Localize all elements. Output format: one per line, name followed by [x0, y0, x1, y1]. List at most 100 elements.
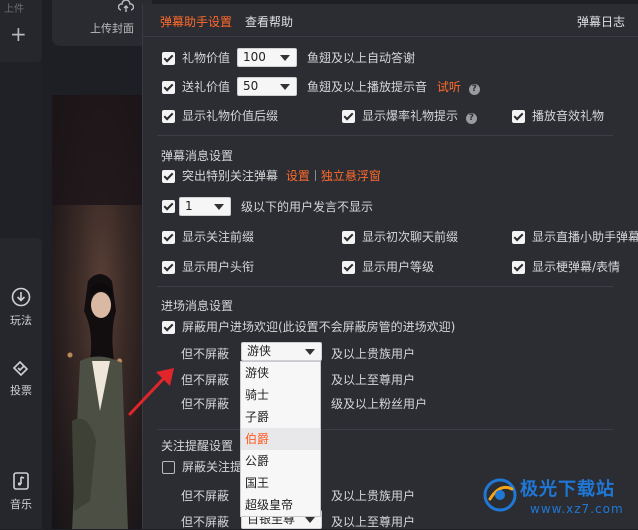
dropdown-option-qishi[interactable]: 骑士: [241, 384, 320, 406]
show-burst-gift-label: 显示爆率礼物提示 ?: [362, 109, 477, 124]
chevron-down-icon: [305, 349, 315, 355]
level-filter-checkbox[interactable]: [162, 200, 175, 213]
chevron-down-icon: [280, 84, 290, 90]
sidebar-top-label: 上件: [4, 4, 24, 15]
sidebar-tool-label: 音乐: [10, 498, 32, 511]
help-icon[interactable]: ?: [465, 113, 477, 124]
block-welcome-checkbox[interactable]: [162, 321, 175, 334]
noble-level-select-value: 游侠: [247, 344, 272, 358]
sidebar-tool-label: 投票: [10, 384, 32, 397]
gift-value-suffix: 鱼翅及以上自动答谢: [307, 51, 416, 65]
level-filter-suffix: 级以下的用户发言不显示: [241, 200, 374, 214]
show-user-level-label: 显示用户等级: [362, 260, 435, 274]
show-gift-suffix-checkbox[interactable]: [162, 110, 175, 123]
tab-danmu-settings[interactable]: 弹幕助手设置: [160, 13, 232, 30]
link-separator: [314, 170, 316, 181]
dropdown-option-youxia[interactable]: 游侠: [241, 362, 320, 384]
show-user-title-label: 显示用户头衔: [182, 260, 255, 274]
send-gift-checkbox[interactable]: [162, 81, 175, 94]
show-burst-gift-checkbox[interactable]: [342, 110, 355, 123]
live-preview-image: [52, 95, 142, 529]
section-divider: [157, 429, 613, 430]
play-sound-gift-label: 播放音效礼物: [532, 109, 605, 123]
danmu-section-title: 弹幕消息设置: [161, 149, 234, 163]
sidebar-tool-vote[interactable]: 投票: [0, 356, 42, 398]
level-filter-select-value: 1: [185, 199, 193, 213]
send-gift-select-value: 50: [243, 79, 259, 93]
gift-value-select[interactable]: 100: [237, 48, 297, 67]
noble-level-dropdown: 游侠 骑士 子爵 伯爵 公爵 国王 超级皇帝: [240, 361, 321, 517]
show-meme-danmu-checkbox[interactable]: [512, 261, 525, 274]
dropdown-option-bojue[interactable]: 伯爵: [241, 428, 320, 450]
show-assistant-danmu-checkbox[interactable]: [512, 231, 525, 244]
upload-cloud-icon: [118, 0, 134, 12]
send-gift-suffix-text: 鱼翅及以上播放提示音: [307, 80, 428, 94]
gift-value-label: 礼物价值: [182, 51, 231, 65]
music-icon: [13, 472, 29, 490]
tab-view-help[interactable]: 查看帮助: [245, 13, 293, 30]
show-user-level-checkbox[interactable]: [342, 261, 355, 274]
section-divider: [157, 135, 613, 136]
watermark-url: www.xz7.com: [530, 502, 624, 516]
chevron-down-icon: [280, 55, 290, 61]
send-gift-suffix: 鱼翅及以上播放提示音 试听 ?: [307, 80, 480, 95]
help-icon[interactable]: ?: [468, 84, 480, 95]
fan-exempt-suffix: 级及以上粉丝用户: [331, 397, 428, 411]
sidebar-tool-label: 玩法: [10, 314, 32, 327]
section-divider: [157, 286, 613, 287]
danmu-log-button[interactable]: 弹幕日志: [577, 13, 625, 30]
send-gift-label: 送礼价值: [182, 80, 231, 94]
panel-header: 弹幕助手设置 查看帮助 弹幕日志: [143, 4, 638, 37]
block-follow-label: 屏蔽关注提: [182, 460, 243, 474]
watermark-title: 极光下载站: [520, 479, 615, 500]
send-gift-select[interactable]: 50: [237, 77, 297, 96]
follow-section-title: 关注提醒设置: [161, 439, 234, 453]
play-sound-gift-checkbox[interactable]: [512, 110, 525, 123]
watermark-logo-icon: [483, 478, 517, 512]
follow-supreme-prefix: 但不屏蔽: [181, 515, 230, 529]
upload-cover-card[interactable]: 上传封面: [52, 0, 152, 46]
download-circle-icon: [11, 287, 31, 307]
follow-noble-suffix: 及以上贵族用户: [331, 489, 416, 503]
dropdown-option-guowang[interactable]: 国王: [241, 472, 320, 494]
sidebar-tool-play[interactable]: 玩法: [0, 286, 42, 328]
try-listen-link[interactable]: 试听: [437, 80, 461, 94]
dropdown-option-zijue[interactable]: 子爵: [241, 406, 320, 428]
show-user-title-checkbox[interactable]: [162, 261, 175, 274]
gift-value-checkbox[interactable]: [162, 52, 175, 65]
follow-supreme-suffix: 及以上至尊用户: [331, 515, 416, 529]
block-follow-checkbox[interactable]: [162, 461, 175, 474]
danmu-assistant-settings-panel: 弹幕助手设置 查看帮助 弹幕日志 礼物价值 100 鱼翅及以上自动答谢 送礼价值…: [142, 4, 638, 529]
vote-icon: [12, 360, 29, 377]
noble-level-select[interactable]: 游侠: [241, 342, 322, 361]
enter-section-title: 进场消息设置: [161, 299, 234, 313]
highlight-follow-text: 突出特别关注弹幕: [182, 169, 279, 183]
show-first-chat-checkbox[interactable]: [342, 231, 355, 244]
app-sidebar: 上件 + 玩法 投票 音乐: [0, 0, 42, 529]
dropdown-option-chaojihuangdi[interactable]: 超级皇帝: [241, 494, 320, 516]
annotation-arrow-icon: [128, 368, 174, 416]
noble-exempt-suffix: 及以上贵族用户: [331, 347, 416, 361]
show-gift-suffix-label: 显示礼物价值后缀: [182, 109, 279, 123]
follow-noble-prefix: 但不屏蔽: [181, 489, 230, 503]
float-window-link[interactable]: 独立悬浮窗: [321, 169, 381, 183]
supreme-exempt-prefix: 但不屏蔽: [181, 373, 230, 387]
chevron-down-icon: [305, 517, 315, 523]
highlight-follow-checkbox[interactable]: [162, 170, 175, 183]
gift-value-select-value: 100: [243, 50, 266, 64]
watermark: 极光下载站 www.xz7.com: [482, 475, 632, 525]
plus-icon[interactable]: +: [10, 22, 27, 46]
show-follow-prefix-label: 显示关注前缀: [182, 230, 255, 244]
show-follow-prefix-checkbox[interactable]: [162, 231, 175, 244]
block-welcome-label: 屏蔽用户进场欢迎(此设置不会屏蔽房管的进场欢迎): [182, 320, 456, 334]
show-burst-gift-text: 显示爆率礼物提示: [362, 109, 459, 123]
sidebar-tool-music[interactable]: 音乐: [0, 470, 42, 512]
noble-exempt-prefix: 但不屏蔽: [181, 347, 230, 361]
highlight-settings-link[interactable]: 设置: [286, 169, 310, 183]
level-filter-select[interactable]: 1: [179, 197, 231, 216]
show-first-chat-label: 显示初次聊天前缀: [362, 230, 459, 244]
preview-sky: [52, 95, 142, 205]
show-meme-danmu-label: 显示梗弹幕/表情: [532, 260, 621, 274]
show-assistant-danmu-label: 显示直播小助手弹幕: [532, 230, 638, 244]
dropdown-option-gongjue[interactable]: 公爵: [241, 450, 320, 472]
